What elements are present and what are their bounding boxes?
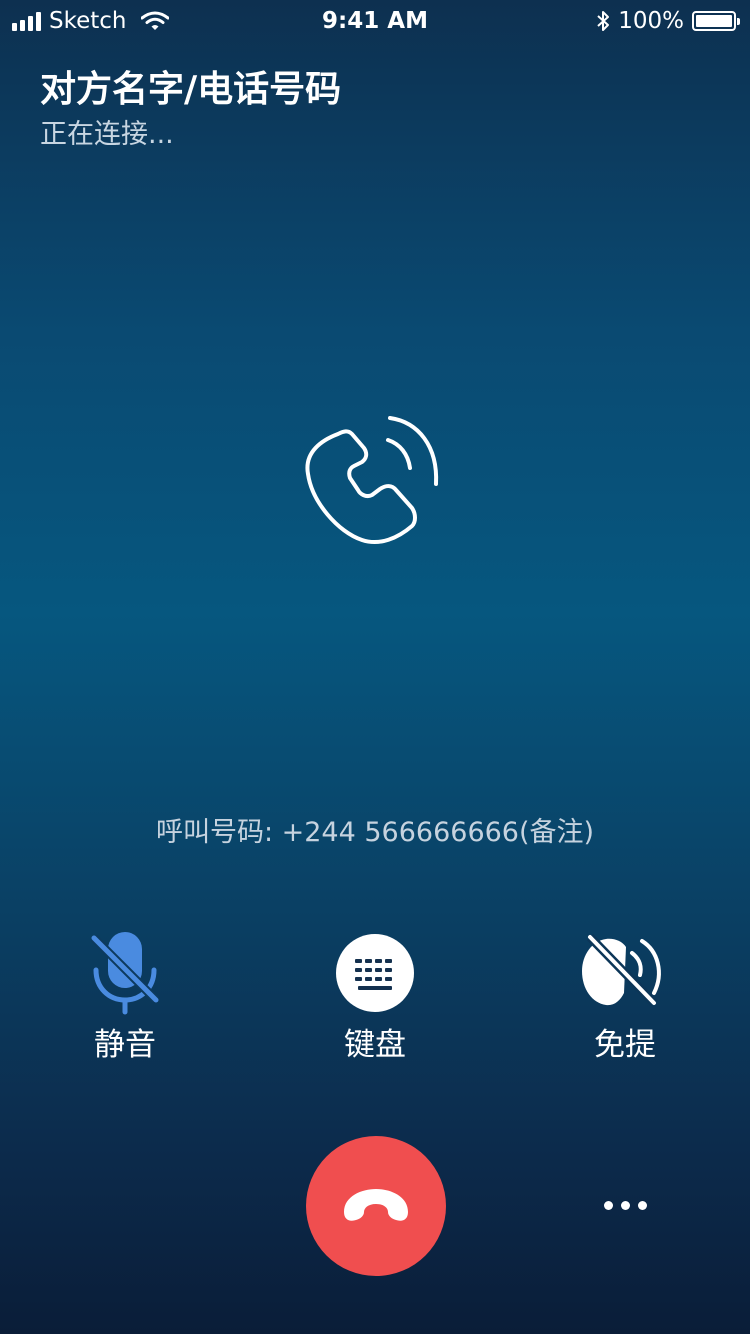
caller-name: 对方名字/电话号码 (40, 69, 342, 110)
call-status: 正在连接... (40, 119, 174, 150)
phone-ringing-icon (305, 416, 439, 545)
hang-up-icon (344, 1189, 408, 1221)
microphone-off-icon (90, 932, 160, 1015)
more-dot (620, 1200, 630, 1210)
keypad-icon (336, 934, 414, 1012)
more-button[interactable] (590, 1180, 660, 1230)
keypad-button[interactable]: 键盘 (300, 928, 450, 1064)
more-dot (637, 1200, 647, 1210)
hang-up-button[interactable] (306, 1136, 446, 1276)
status-bar: Sketch 9:41 AM 100% (0, 0, 750, 42)
speaker-off-icon (582, 933, 661, 1007)
mute-button[interactable]: 静音 (50, 928, 200, 1064)
mute-label: 静音 (94, 1027, 156, 1063)
more-dot (603, 1200, 613, 1210)
call-number: 呼叫号码: +244 566666666(备注) (155, 817, 595, 848)
speaker-label: 免提 (594, 1027, 656, 1063)
speaker-button[interactable]: 免提 (550, 928, 700, 1064)
bluetooth-icon (597, 11, 610, 31)
battery-icon (692, 11, 740, 31)
battery-percent: 100% (618, 8, 684, 34)
keypad-label: 键盘 (344, 1027, 406, 1063)
